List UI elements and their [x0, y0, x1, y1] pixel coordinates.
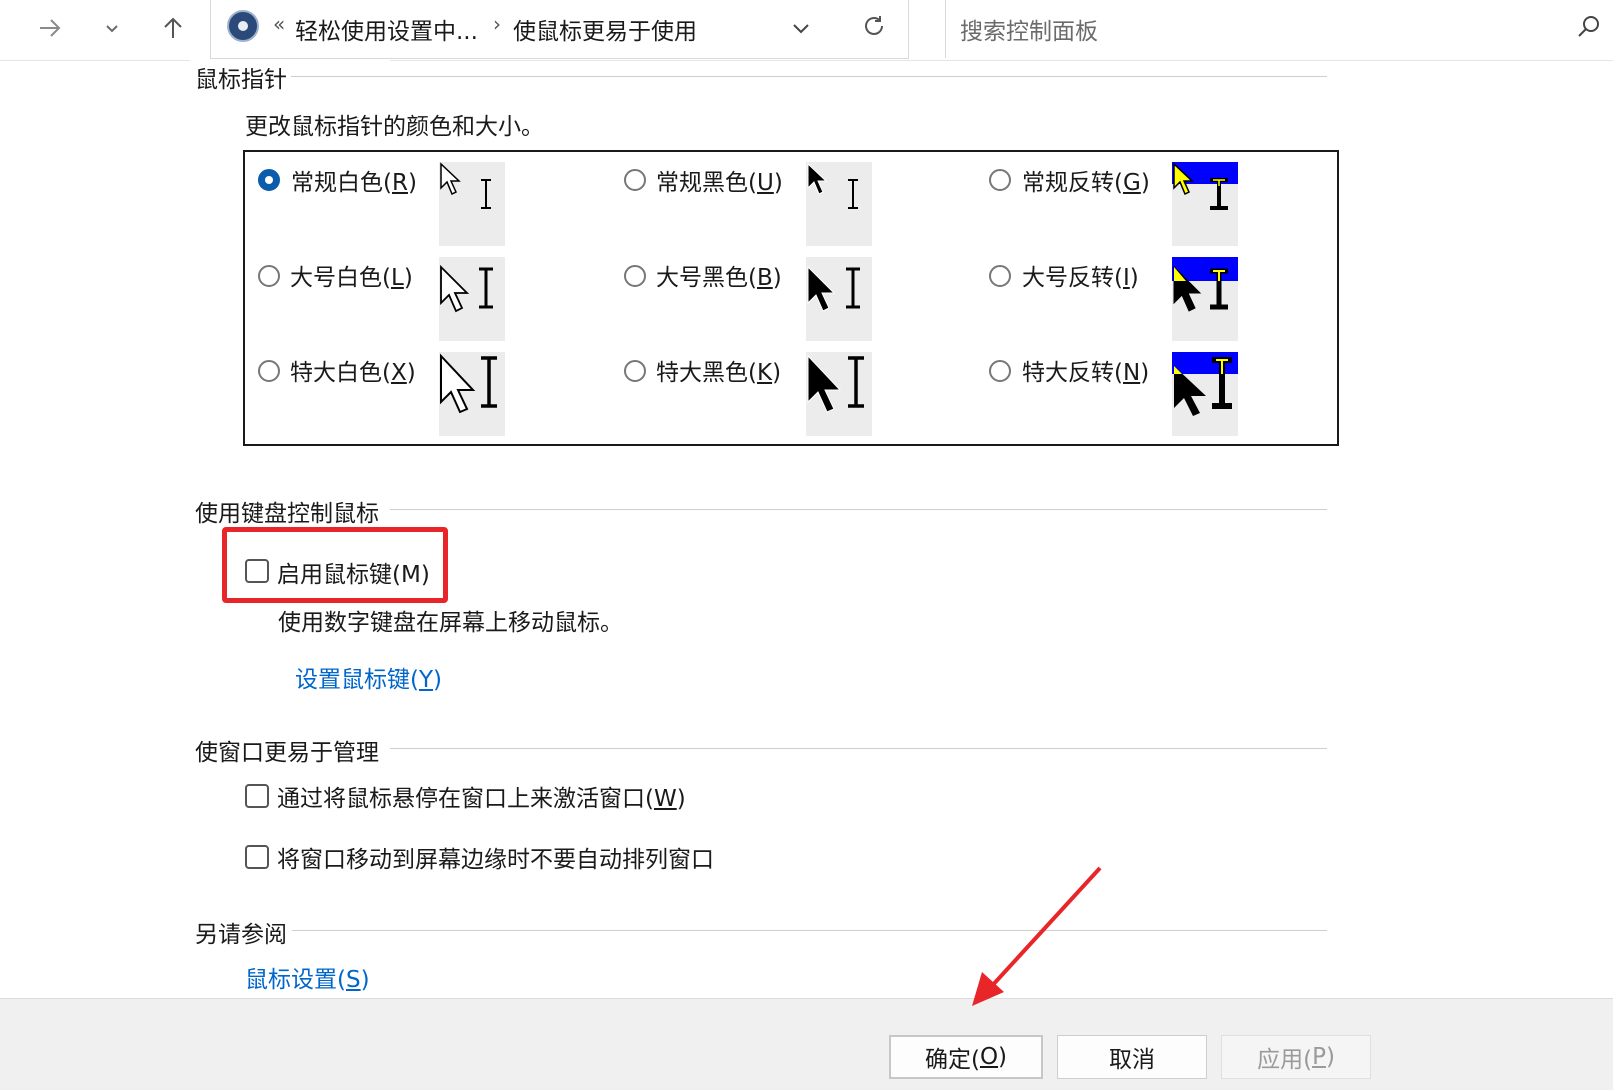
cursor-preview-icon [440, 162, 491, 209]
dialog-button-bar: 确定(O) 取消 应用(P) [0, 998, 1613, 1090]
chevron-down-icon [793, 24, 809, 34]
radio-button[interactable] [989, 265, 1011, 287]
breadcrumb-parent[interactable]: 轻松使用设置中... [295, 12, 478, 46]
section-title-keyboard: 使用键盘控制鼠标 [195, 494, 383, 528]
ease-of-access-icon [227, 10, 259, 42]
apply-button[interactable]: 应用(P) [1221, 1035, 1371, 1079]
setup-mousekeys-link[interactable]: 设置鼠标键(Y) [295, 660, 442, 694]
radio-xlarge-black[interactable] [624, 360, 646, 382]
preview-large-black [806, 257, 872, 341]
no-snap-label[interactable]: 将窗口移动到屏幕边缘时不要自动排列窗口 [277, 840, 714, 874]
label-regular-white[interactable]: 常规白色(R) [291, 163, 417, 197]
label-large-white[interactable]: 大号白色(L) [290, 258, 413, 292]
search-button[interactable] [1576, 14, 1602, 44]
section-divider [390, 748, 1327, 749]
annotation-arrow-icon [972, 866, 1102, 1006]
radio-large-white[interactable] [258, 265, 280, 287]
preview-regular-inverted [1172, 162, 1238, 246]
preview-xlarge-inverted [1172, 352, 1238, 436]
arrow-up-icon [164, 17, 182, 38]
radio-button-selected[interactable] [258, 169, 280, 191]
up-button[interactable] [153, 8, 193, 48]
hover-activate-label[interactable]: 通过将鼠标悬停在窗口上来激活窗口(W) [277, 779, 686, 813]
address-history-button[interactable] [791, 18, 811, 42]
radio-button[interactable] [258, 265, 280, 287]
search-input[interactable]: 搜索控制面板 [960, 12, 1098, 46]
radio-large-black[interactable] [624, 265, 646, 287]
refresh-button[interactable] [861, 13, 887, 43]
radio-xlarge-inverted[interactable] [989, 360, 1011, 382]
label-large-inverted[interactable]: 大号反转(I) [1022, 258, 1139, 292]
address-bar[interactable]: « 轻松使用设置中... › 使鼠标更易于使用 [210, 0, 909, 59]
preview-regular-white [439, 162, 505, 246]
search-icon [1578, 16, 1599, 37]
arrow-right-icon [40, 19, 61, 37]
cancel-button[interactable]: 取消 [1057, 1035, 1207, 1079]
radio-regular-black[interactable] [624, 169, 646, 191]
cursor-preview-icon [1172, 257, 1238, 312]
cursor-preview-icon [807, 265, 860, 312]
search-box[interactable]: 搜索控制面板 [945, 0, 1613, 58]
preview-large-inverted [1172, 257, 1238, 341]
section-divider [290, 76, 1327, 77]
checkbox[interactable] [245, 845, 269, 869]
radio-xlarge-white[interactable] [258, 360, 280, 382]
checkbox[interactable] [245, 784, 269, 808]
cursor-preview-icon [440, 264, 493, 313]
breadcrumb-separator: › [493, 12, 501, 36]
radio-button[interactable] [624, 265, 646, 287]
recent-locations-button[interactable] [92, 8, 132, 48]
label-large-black[interactable]: 大号黑色(B) [656, 258, 782, 292]
label-regular-inverted[interactable]: 常规反转(G) [1022, 163, 1150, 197]
no-snap-checkbox[interactable] [245, 845, 269, 869]
mousekeys-description: 使用数字键盘在屏幕上移动鼠标。 [278, 610, 623, 636]
radio-button[interactable] [989, 360, 1011, 382]
navigation-bar: « 轻松使用设置中... › 使鼠标更易于使用 搜索控制面板 [0, 0, 1613, 61]
cursor-preview-icon [807, 162, 858, 209]
annotation-highlight-box [222, 527, 448, 603]
radio-button[interactable] [258, 360, 280, 382]
radio-button[interactable] [989, 169, 1011, 191]
preview-xlarge-white [439, 352, 505, 436]
cursor-preview-icon [807, 354, 864, 413]
radio-regular-inverted[interactable] [989, 169, 1011, 191]
label-xlarge-white[interactable]: 特大白色(X) [290, 353, 416, 387]
pointers-description: 更改鼠标指针的颜色和大小。 [245, 114, 544, 140]
section-divider [292, 930, 1327, 931]
radio-button[interactable] [624, 169, 646, 191]
hover-activate-checkbox[interactable] [245, 784, 269, 808]
radio-large-inverted[interactable] [989, 265, 1011, 287]
preview-regular-black [806, 162, 872, 246]
radio-button[interactable] [624, 360, 646, 382]
chevron-down-icon [106, 25, 118, 33]
preview-large-white [439, 257, 505, 341]
refresh-icon [865, 16, 883, 35]
section-divider [390, 509, 1327, 510]
section-title-windows: 使窗口更易于管理 [195, 733, 383, 767]
section-title-see-also: 另请参阅 [195, 915, 291, 949]
breadcrumb-current[interactable]: 使鼠标更易于使用 [513, 12, 697, 46]
label-regular-black[interactable]: 常规黑色(U) [656, 163, 783, 197]
mouse-settings-link[interactable]: 鼠标设置(S) [245, 960, 370, 994]
forward-button[interactable] [30, 8, 70, 48]
label-xlarge-inverted[interactable]: 特大反转(N) [1022, 353, 1149, 387]
radio-regular-white[interactable] [258, 169, 280, 191]
breadcrumb-overflow[interactable]: « [273, 12, 285, 36]
preview-xlarge-black [806, 352, 872, 436]
label-xlarge-black[interactable]: 特大黑色(K) [656, 353, 781, 387]
scroll-clip [190, 60, 390, 68]
ok-button[interactable]: 确定(O) [889, 1035, 1043, 1079]
cursor-preview-icon [1172, 162, 1238, 210]
cursor-preview-icon [1172, 352, 1238, 416]
cursor-preview-icon [440, 353, 497, 414]
